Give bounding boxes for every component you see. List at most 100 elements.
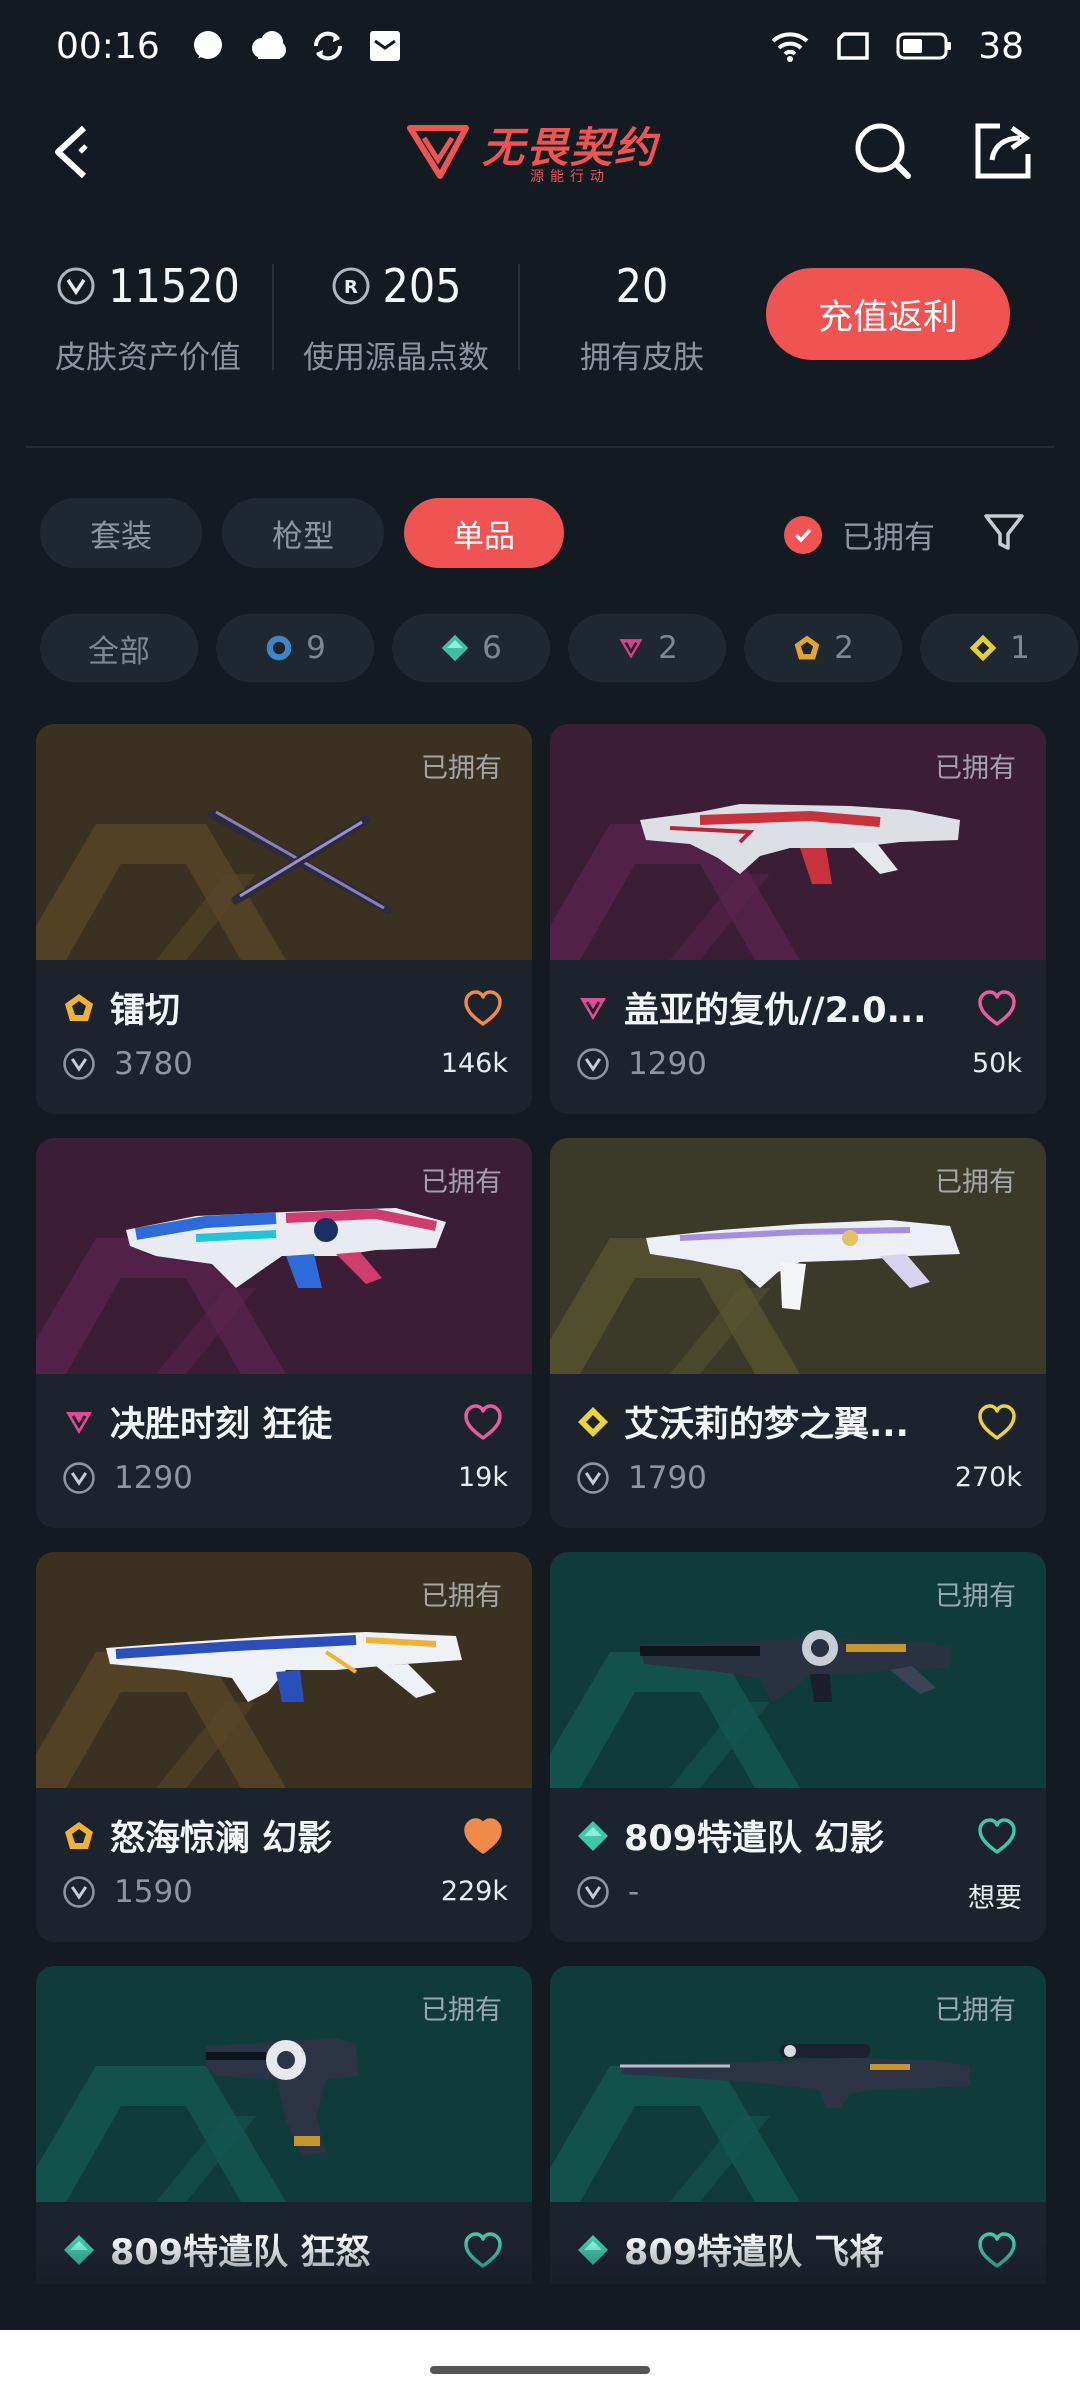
vp-coin-icon — [577, 1876, 609, 1908]
skin-price: 1590 — [114, 1874, 193, 1910]
back-arrow-icon[interactable] — [40, 116, 110, 186]
vp-coin-icon — [577, 1462, 609, 1494]
rarity-chip-deluxe[interactable]: 6 — [392, 614, 550, 682]
chat-icon — [193, 31, 222, 59]
like-count: 229k — [440, 1876, 508, 1907]
rarity-chip-select[interactable]: 9 — [216, 614, 374, 682]
premium-tier-icon — [576, 991, 610, 1025]
owned-filter-label: 已拥有 — [842, 520, 935, 556]
skin-card[interactable]: 已拥有 809特遣队 飞将 — [550, 1966, 1046, 2284]
owned-tag: 已拥有 — [935, 1995, 1016, 2026]
status-bar: 00:16 38 — [0, 0, 1080, 92]
rifle-skin-icon — [640, 804, 960, 884]
tab-weapon-type[interactable]: 枪型 — [222, 498, 384, 568]
checkbox-checked-icon[interactable] — [784, 515, 822, 554]
heart-icon[interactable] — [976, 1816, 1018, 1858]
logo-subtitle: 源能行动 — [530, 169, 610, 185]
ultra-tier-icon — [576, 1405, 610, 1439]
select-tier-icon — [264, 633, 294, 663]
stat-radianite: R 205 使用源晶点数 — [286, 250, 506, 377]
like-count: 50k — [972, 1048, 1022, 1079]
skin-banner: 已拥有 — [550, 1552, 1046, 1788]
skin-card[interactable]: 已拥有 809特遣队 狂怒 — [36, 1966, 532, 2284]
skin-card[interactable]: 已拥有 怒海惊澜 幻影 1590 229k — [36, 1552, 532, 1942]
recharge-button[interactable]: 充值返利 — [766, 268, 1010, 360]
heart-filled-icon[interactable] — [462, 1816, 504, 1858]
heart-icon[interactable] — [976, 988, 1018, 1030]
home-indicator[interactable] — [430, 2366, 650, 2374]
share-icon[interactable] — [968, 116, 1038, 186]
knife-skin-icon — [207, 809, 393, 915]
stat-value: 11520 — [108, 259, 240, 313]
chip-count: 6 — [482, 630, 502, 666]
skin-grid: 已拥有 镭切 3780 146k 已拥有 盖亚的复仇//2.0... 1290 … — [0, 724, 1080, 2284]
skin-price: 1290 — [628, 1046, 707, 1082]
rifle-skin-icon — [640, 1630, 950, 1702]
deluxe-tier-icon — [576, 1819, 610, 1853]
skin-name: 镭切 — [110, 991, 181, 1031]
chip-count: 1 — [1010, 630, 1030, 666]
skin-card[interactable]: 已拥有 决胜时刻 狂徒 1290 19k — [36, 1138, 532, 1528]
tab-single-item[interactable]: 单品 — [404, 498, 564, 568]
rarity-chip-exclusive[interactable]: 2 — [744, 614, 902, 682]
skin-name: 809特遣队 幻影 — [624, 1819, 885, 1859]
premium-tier-icon — [62, 1405, 96, 1439]
chip-label: 全部 — [88, 633, 150, 670]
rarity-chip-row: 全部 9 6 2 2 1 — [40, 614, 1080, 684]
stat-asset-value: 11520 皮肤资产价值 — [38, 250, 258, 377]
exclusive-tier-icon — [792, 633, 822, 663]
exclusive-tier-icon — [62, 991, 96, 1025]
owned-tag: 已拥有 — [421, 753, 502, 784]
like-count: 19k — [458, 1462, 508, 1493]
skin-price: 1290 — [114, 1460, 193, 1496]
cloud-icon — [251, 31, 286, 59]
skin-banner: 已拥有 — [550, 1966, 1046, 2202]
heart-icon[interactable] — [462, 1402, 504, 1444]
sniper-skin-icon — [620, 2044, 970, 2108]
skin-card[interactable]: 已拥有 809特遣队 幻影 - 想要 — [550, 1552, 1046, 1942]
exclusive-tier-icon — [62, 1819, 96, 1853]
owned-tag: 已拥有 — [935, 1167, 1016, 1198]
stat-label: 皮肤资产价值 — [55, 340, 241, 376]
rifle-skin-icon — [106, 1632, 462, 1702]
owned-filter-toggle[interactable]: 已拥有 — [784, 512, 935, 557]
skin-card[interactable]: 已拥有 艾沃莉的梦之翼... 1790 270k — [550, 1138, 1046, 1528]
mail-icon — [369, 31, 400, 61]
rarity-chip-ultra[interactable]: 1 — [920, 614, 1078, 682]
owned-tag: 已拥有 — [421, 1167, 502, 1198]
skin-banner: 已拥有 — [36, 1966, 532, 2202]
search-icon[interactable] — [848, 116, 918, 186]
skin-name: 决胜时刻 狂徒 — [110, 1405, 333, 1445]
stat-value: 205 — [382, 259, 462, 313]
heart-icon[interactable] — [976, 1402, 1018, 1444]
skin-banner: 已拥有 — [36, 724, 532, 960]
chip-count: 2 — [658, 630, 678, 666]
filter-funnel-icon[interactable] — [980, 508, 1028, 556]
chip-count: 9 — [306, 630, 326, 666]
divider — [26, 446, 1054, 448]
rarity-chip-premium[interactable]: 2 — [568, 614, 726, 682]
skin-banner: 已拥有 — [36, 1138, 532, 1374]
sync-icon — [313, 31, 342, 61]
divider — [518, 264, 520, 370]
skin-card[interactable]: 已拥有 镭切 3780 146k — [36, 724, 532, 1114]
ultra-tier-icon — [968, 633, 998, 663]
skin-name: 艾沃莉的梦之翼... — [624, 1405, 909, 1445]
vp-coin-icon — [63, 1876, 95, 1908]
stat-value: 20 — [615, 259, 669, 313]
scroll-fade — [0, 2240, 1080, 2330]
vp-coin-icon — [57, 267, 95, 305]
vp-coin-icon — [63, 1048, 95, 1080]
system-icons: 38 — [770, 26, 1024, 67]
vp-coin-icon — [577, 1048, 609, 1080]
rifle-skin-icon — [646, 1220, 960, 1310]
tab-bundle[interactable]: 套装 — [40, 498, 202, 568]
pistol-skin-icon — [206, 2038, 358, 2156]
valorant-logo: 无畏契约 源能行动 — [406, 110, 674, 190]
screen-icon — [837, 32, 869, 60]
app-header: 无畏契约 源能行动 — [0, 100, 1080, 200]
skin-card[interactable]: 已拥有 盖亚的复仇//2.0... 1290 50k — [550, 724, 1046, 1114]
chip-all[interactable]: 全部 — [40, 614, 198, 682]
owned-tag: 已拥有 — [421, 1581, 502, 1612]
heart-icon[interactable] — [462, 988, 504, 1030]
